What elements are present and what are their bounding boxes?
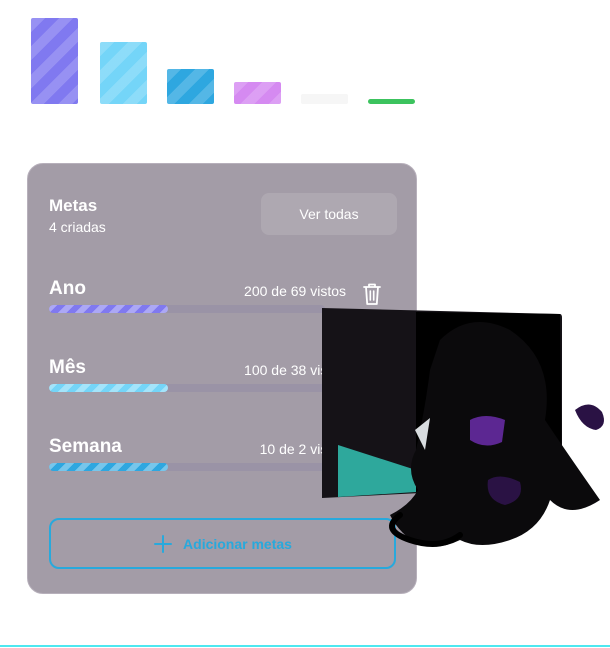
- swatch-purple: [31, 18, 78, 104]
- goal-progress-track: [49, 463, 325, 471]
- add-goals-label: Adicionar metas: [183, 535, 292, 552]
- goal-name: Semana: [49, 436, 122, 457]
- card-title: Metas: [49, 196, 98, 215]
- goal-progress-track: [49, 305, 325, 313]
- goal-count: 200 de 69 vistos: [244, 283, 346, 299]
- goal-progress-track: [49, 384, 325, 392]
- swatch-white: [301, 94, 348, 104]
- bottom-divider: [0, 645, 610, 647]
- card-subtitle: 4 criadas: [49, 219, 106, 235]
- swatch-green: [368, 99, 415, 104]
- goal-progress-fill: [49, 384, 168, 392]
- plus-icon: [154, 534, 173, 553]
- swatch-pink: [234, 82, 281, 104]
- goal-progress-fill: [49, 463, 168, 471]
- swatch-blue: [167, 69, 214, 104]
- character-illustration: [322, 308, 604, 547]
- swatch-light-blue: [100, 42, 147, 104]
- goal-name: Mês: [49, 357, 86, 378]
- goal-name: Ano: [49, 278, 86, 299]
- color-swatches: [31, 18, 431, 108]
- goal-progress-fill: [49, 305, 168, 313]
- see-all-button[interactable]: Ver todas: [261, 193, 397, 235]
